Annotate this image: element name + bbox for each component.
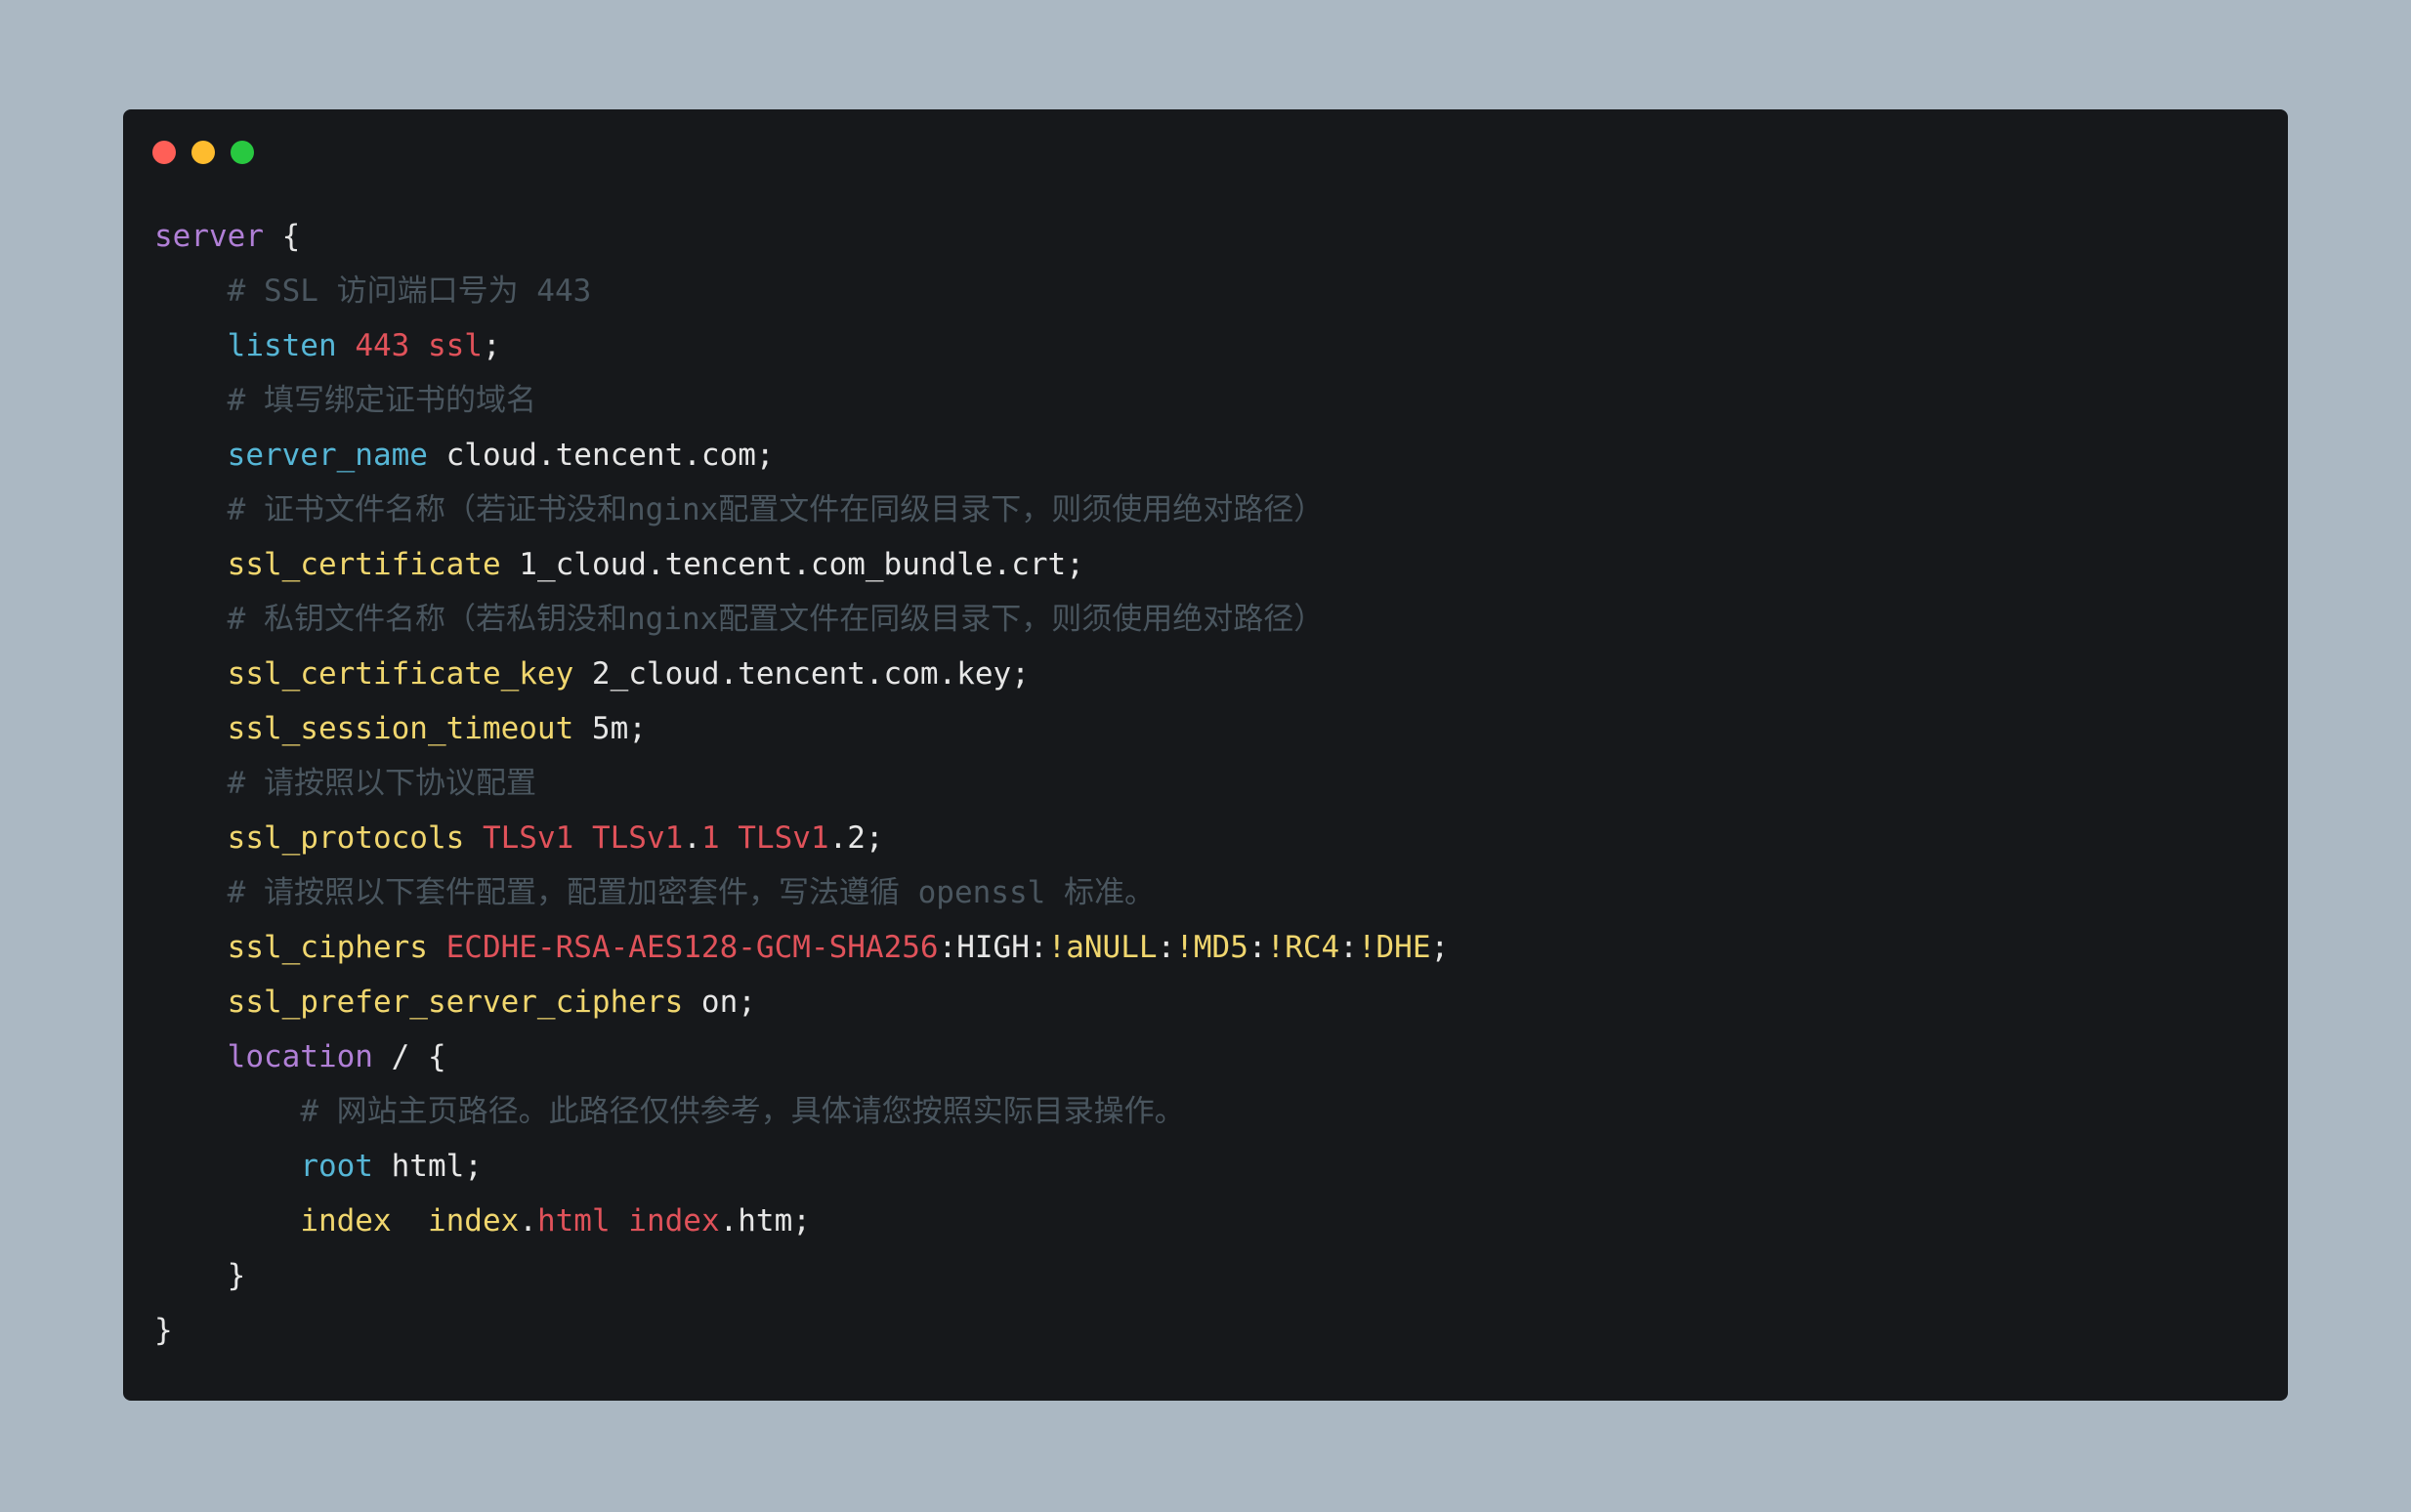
code-token: ssl_protocols bbox=[227, 820, 465, 856]
code-token: cloud.tencent.com; bbox=[427, 438, 775, 473]
code-token: html; bbox=[372, 1149, 483, 1184]
code-token: ssl_prefer_server_ciphers bbox=[227, 985, 684, 1020]
code-token: TLSv1 TLSv1 bbox=[482, 820, 684, 856]
code-comment: # 网站主页路径。此路径仅供参考，具体请您按照实际目录操作。 bbox=[300, 1094, 1185, 1129]
close-button[interactable] bbox=[152, 141, 176, 164]
code-line: ssl_session_timeout 5m; bbox=[154, 701, 1449, 756]
code-token: !DHE bbox=[1357, 930, 1431, 965]
code-line: ssl_protocols TLSv1 TLSv1.1 TLSv1.2; bbox=[154, 811, 1449, 865]
code-token: . bbox=[519, 1203, 537, 1239]
code-line: # 请按照以下套件配置，配置加密套件，写法遵循 openssl 标准。 bbox=[154, 865, 1449, 920]
code-line: ssl_certificate_key 2_cloud.tencent.com.… bbox=[154, 647, 1449, 701]
code-token: :HIGH: bbox=[938, 930, 1048, 965]
code-line: # 请按照以下协议配置 bbox=[154, 756, 1449, 811]
code-token: !aNULL bbox=[1047, 930, 1158, 965]
code-comment: # 填写绑定证书的域名 bbox=[227, 383, 536, 418]
code-comment: # SSL 访问端口号为 443 bbox=[227, 273, 592, 309]
code-line: # SSL 访问端口号为 443 bbox=[154, 264, 1449, 318]
code-token: } bbox=[154, 1313, 173, 1348]
code-token: : bbox=[1339, 930, 1358, 965]
code-block: server { # SSL 访问端口号为 443 listen 443 ssl… bbox=[154, 209, 1449, 1358]
code-line: # 证书文件名称（若证书没和nginx配置文件在同级目录下，则须使用绝对路径） bbox=[154, 483, 1449, 537]
code-line: server { bbox=[154, 209, 1449, 264]
code-token: 1 TLSv1 bbox=[700, 820, 829, 856]
code-line: # 私钥文件名称（若私钥没和nginx配置文件在同级目录下，则须使用绝对路径） bbox=[154, 592, 1449, 647]
code-line: location / { bbox=[154, 1029, 1449, 1084]
code-token: ssl_ciphers bbox=[227, 930, 428, 965]
code-comment: # 请按照以下协议配置 bbox=[227, 766, 536, 801]
code-line: # 填写绑定证书的域名 bbox=[154, 373, 1449, 428]
code-token: index bbox=[427, 1203, 520, 1239]
code-line: # 网站主页路径。此路径仅供参考，具体请您按照实际目录操作。 bbox=[154, 1084, 1449, 1139]
code-line: ssl_prefer_server_ciphers on; bbox=[154, 975, 1449, 1029]
code-comment: # 请按照以下套件配置，配置加密套件，写法遵循 openssl 标准。 bbox=[227, 875, 1155, 910]
maximize-button[interactable] bbox=[231, 141, 254, 164]
code-token: { bbox=[263, 219, 301, 254]
code-token: ssl_session_timeout bbox=[227, 711, 574, 746]
code-token: : bbox=[1248, 930, 1267, 965]
code-token: listen bbox=[227, 328, 337, 363]
code-token: !MD5 bbox=[1175, 930, 1248, 965]
code-token: } bbox=[227, 1258, 246, 1293]
code-token: 1_cloud.tencent.com_bundle.crt; bbox=[500, 547, 1084, 582]
code-token: 443 ssl bbox=[355, 328, 483, 363]
code-token: index bbox=[300, 1203, 392, 1239]
code-token: ssl_certificate bbox=[227, 547, 501, 582]
code-line: } bbox=[154, 1248, 1449, 1303]
code-token: / { bbox=[372, 1039, 446, 1074]
code-token: 2_cloud.tencent.com.key; bbox=[573, 656, 1030, 692]
code-comment: # 证书文件名称（若证书没和nginx配置文件在同级目录下，则须使用绝对路径） bbox=[227, 492, 1325, 527]
code-line: ssl_ciphers ECDHE-RSA-AES128-GCM-SHA256:… bbox=[154, 920, 1450, 975]
code-token: location bbox=[227, 1039, 373, 1074]
code-token: .2; bbox=[828, 820, 884, 856]
code-token: ECDHE-RSA-AES128-GCM-SHA256 bbox=[445, 930, 939, 965]
code-token: .htm; bbox=[719, 1203, 811, 1239]
code-token: html index bbox=[536, 1203, 720, 1239]
code-token: server bbox=[154, 219, 264, 254]
code-token: !RC4 bbox=[1266, 930, 1340, 965]
code-token: ; bbox=[482, 328, 501, 363]
minimize-button[interactable] bbox=[191, 141, 215, 164]
code-line: listen 443 ssl; bbox=[154, 318, 1449, 373]
code-token: server_name bbox=[227, 438, 428, 473]
code-token: ; bbox=[1430, 930, 1450, 965]
code-token: root bbox=[300, 1149, 373, 1184]
code-line: index index.html index.htm; bbox=[154, 1194, 1449, 1248]
code-line: ssl_certificate 1_cloud.tencent.com_bund… bbox=[154, 537, 1449, 592]
code-token: ssl_certificate_key bbox=[227, 656, 574, 692]
window-controls bbox=[152, 141, 254, 164]
code-token: . bbox=[683, 820, 701, 856]
code-token: 5m; bbox=[573, 711, 647, 746]
code-line: server_name cloud.tencent.com; bbox=[154, 428, 1449, 483]
code-line: root html; bbox=[154, 1139, 1449, 1194]
code-line: } bbox=[154, 1303, 1449, 1358]
code-token: on; bbox=[683, 985, 756, 1020]
code-token: : bbox=[1157, 930, 1176, 965]
code-comment: # 私钥文件名称（若私钥没和nginx配置文件在同级目录下，则须使用绝对路径） bbox=[227, 602, 1325, 637]
